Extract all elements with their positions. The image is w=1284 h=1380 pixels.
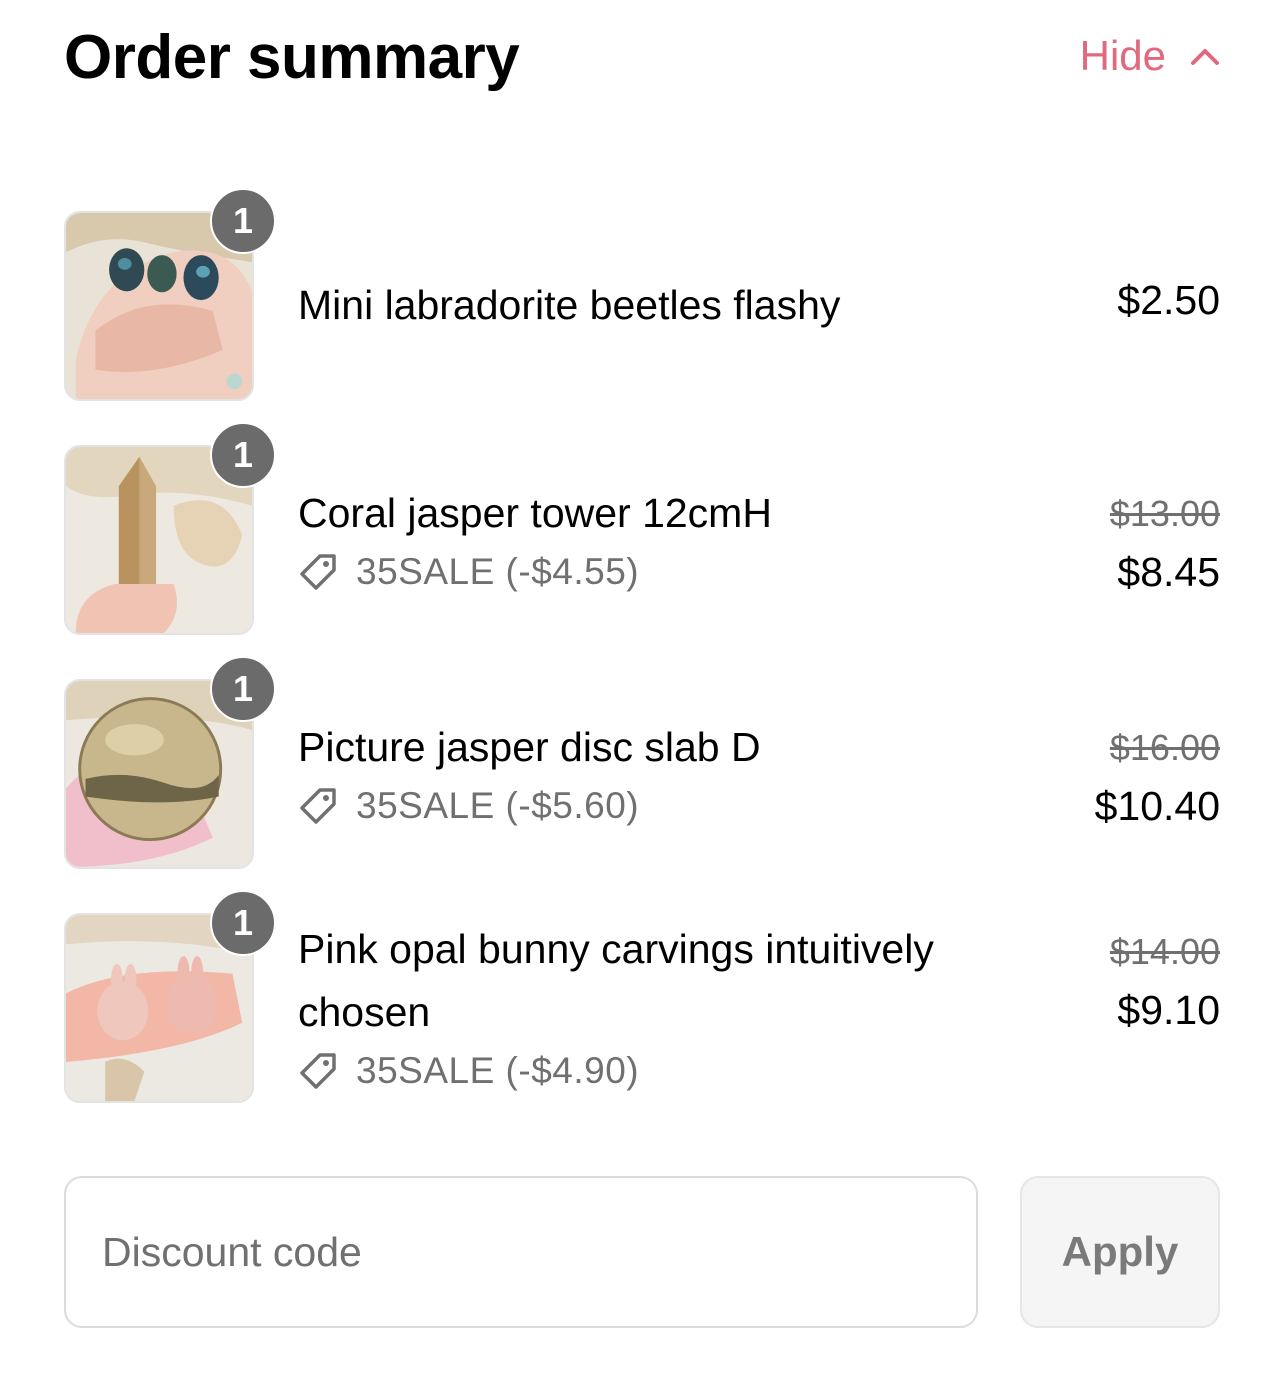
discount-label: 35SALE (-$5.60) <box>356 785 640 826</box>
final-price: $8.45 <box>1117 549 1220 595</box>
product-name-line-1: Pink opal bunny carvings intuitively <box>298 926 934 972</box>
original-price: $16.00 <box>1109 727 1220 768</box>
quantity-badge: 1 <box>210 188 276 254</box>
line-item: 1 Picture jasper disc slab D 35SALE (-$5… <box>64 656 1220 869</box>
price-column: $16.00 $10.40 <box>1095 727 1220 830</box>
tag-icon <box>300 554 336 590</box>
hide-label: Hide <box>1079 32 1166 79</box>
product-thumbnail-wrap: 1 <box>64 188 276 401</box>
product-thumbnail-wrap: 1 <box>64 422 276 635</box>
tag-icon <box>300 788 336 824</box>
line-item: 1 Mini labradorite beetles flashy $2.50 <box>64 188 1220 401</box>
quantity-badge: 1 <box>210 656 276 722</box>
line-item: 1 Pink opal bunny carvings intuitively c… <box>64 890 1220 1133</box>
product-thumbnail-wrap: 1 <box>64 656 276 869</box>
hide-summary-toggle[interactable]: Hide <box>1080 32 1220 80</box>
product-name: Picture jasper disc slab D <box>298 724 761 770</box>
quantity-badge: 1 <box>210 422 276 488</box>
product-thumbnail-wrap: 1 <box>64 890 276 1103</box>
quantity-badge: 1 <box>210 890 276 956</box>
tag-icon <box>300 1053 336 1089</box>
price-column: $2.50 <box>1117 277 1220 324</box>
product-name: Coral jasper tower 12cmH <box>298 490 772 536</box>
discount-label: 35SALE (-$4.90) <box>356 1050 640 1091</box>
product-name-line-2: chosen <box>298 989 431 1035</box>
chevron-up-icon <box>1191 49 1219 65</box>
apply-button[interactable]: Apply <box>1020 1176 1220 1328</box>
discount-code-input[interactable] <box>64 1176 978 1328</box>
original-price: $13.00 <box>1109 493 1220 534</box>
line-item: 1 Coral jasper tower 12cmH 35SALE (-$4.5… <box>64 422 1220 635</box>
price-column: $14.00 $9.10 <box>1110 931 1220 1034</box>
original-price: $14.00 <box>1109 931 1220 972</box>
discount-code-form: Apply <box>64 1176 1220 1328</box>
discount-tag: 35SALE (-$4.55) <box>298 551 639 593</box>
page-title: Order summary <box>64 23 520 92</box>
order-summary-header: Order summary Hide <box>64 18 1220 98</box>
discount-label: 35SALE (-$4.55) <box>356 551 640 592</box>
final-price: $2.50 <box>1117 277 1220 323</box>
discount-tag: 35SALE (-$5.60) <box>298 785 639 827</box>
discount-tag: 35SALE (-$4.90) <box>298 1050 639 1092</box>
price-column: $13.00 $8.45 <box>1110 493 1220 596</box>
final-price: $9.10 <box>1117 987 1220 1033</box>
product-name: Mini labradorite beetles flashy <box>298 282 841 328</box>
final-price: $10.40 <box>1094 783 1220 829</box>
